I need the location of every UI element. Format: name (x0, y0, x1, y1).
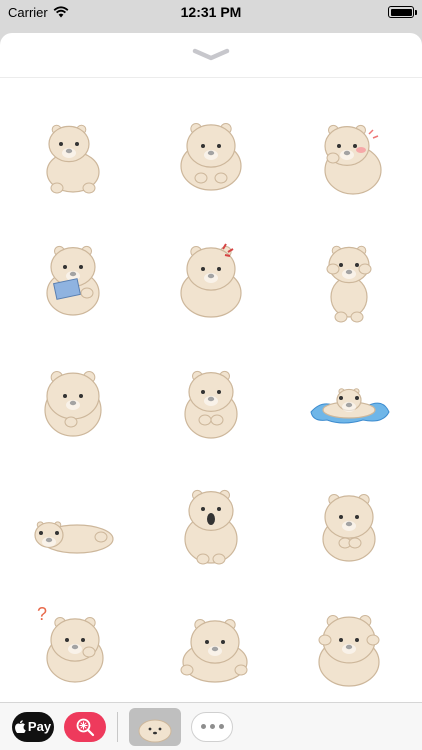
sticker-bear-hands-on-cheeks[interactable] (280, 584, 418, 707)
sticker-bear-surprised[interactable] (142, 461, 280, 584)
wifi-icon (53, 6, 69, 18)
sticker-bear-blushing[interactable] (280, 92, 418, 215)
sticker-bear-leaning-arms[interactable] (142, 92, 280, 215)
bear-sticker-icon (180, 242, 242, 318)
svg-text:?: ? (37, 604, 47, 624)
sticker-pack-button[interactable] (129, 707, 181, 746)
sticker-bear-question[interactable]: ? (4, 584, 142, 707)
sticker-bear-resting-head[interactable] (142, 584, 280, 707)
sticker-bear-paws-together[interactable] (142, 338, 280, 461)
apple-pay-button[interactable]: Pay (12, 711, 54, 742)
drawer-divider (117, 711, 118, 742)
sheet-header (0, 33, 422, 78)
status-right (388, 6, 417, 18)
more-dot (200, 724, 206, 729)
bear-sticker-icon (44, 370, 102, 437)
more-apps-button[interactable] (191, 711, 233, 742)
bear-sticker-icon: ? (37, 604, 104, 683)
bear-sticker-icon (180, 122, 242, 191)
sticker-bear-standing[interactable] (280, 215, 418, 338)
more-dot (209, 724, 215, 729)
bear-sticker-icon (34, 520, 114, 554)
sticker-bear-sitting[interactable] (4, 92, 142, 215)
bear-sticker-icon (326, 245, 372, 322)
apple-logo-icon (14, 720, 26, 733)
sticker-bear-lying-down[interactable] (4, 461, 142, 584)
sticker-bear-chin-rest[interactable] (4, 338, 142, 461)
status-left: Carrier (8, 5, 69, 20)
status-bar: Carrier 12:31 PM (0, 0, 422, 24)
image-search-app-button[interactable] (64, 711, 106, 742)
sticker-pack-icon (138, 719, 172, 742)
carrier-label: Carrier (8, 4, 48, 20)
sticker-sheet: ? (0, 33, 422, 702)
sticker-grid: ? (0, 78, 422, 707)
bear-sticker-icon (184, 370, 238, 439)
bear-sticker-icon (46, 245, 100, 316)
bear-sticker-icon (324, 124, 382, 195)
chevron-down-icon[interactable] (191, 48, 231, 62)
sticker-bear-shy[interactable] (280, 461, 418, 584)
bear-sticker-icon (310, 387, 390, 423)
sticker-bear-holding-card[interactable] (4, 215, 142, 338)
image-search-icon (76, 718, 95, 736)
bear-sticker-icon (184, 489, 238, 564)
app-drawer: Pay (0, 702, 422, 750)
sticker-bear-angry-mark[interactable] (142, 215, 280, 338)
bear-sticker-icon (46, 124, 100, 193)
bear-sticker-icon (180, 618, 248, 683)
bear-sticker-icon (322, 493, 376, 562)
bear-sticker-icon (318, 614, 380, 687)
more-dot (218, 724, 224, 729)
apple-pay-label: Pay (27, 719, 52, 734)
battery-icon (388, 6, 417, 18)
sticker-bear-melting-puddle[interactable] (280, 338, 418, 461)
